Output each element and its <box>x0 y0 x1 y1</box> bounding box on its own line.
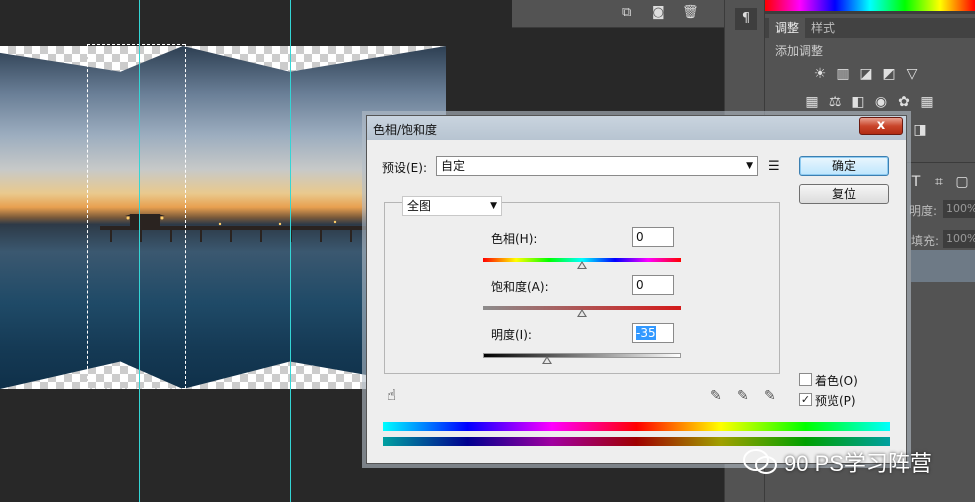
guide-line[interactable] <box>139 0 140 502</box>
preview-checkbox[interactable]: ✓ <box>799 393 812 406</box>
watermark-text: 90 PS学习阵营 <box>784 451 932 476</box>
color-lookup-icon[interactable]: ▦ <box>918 94 936 110</box>
colorize-checkbox[interactable] <box>799 373 812 386</box>
tab-styles[interactable]: 样式 <box>805 18 841 38</box>
new-group-icon[interactable]: ⧉ <box>622 5 631 20</box>
dialog-titlebar[interactable]: 色相/饱和度 x <box>367 116 906 140</box>
add-adjustment-label: 添加调整 <box>775 44 824 58</box>
brightness-icon[interactable]: ☀ <box>811 66 829 82</box>
tab-adjustments[interactable]: 调整 <box>769 18 806 38</box>
smart-object-icon[interactable]: ▢ <box>953 174 971 190</box>
marquee-top-edge <box>87 44 185 45</box>
adjustment-icons-row-2: ▦ ⚖ ◧ ◉ ✿ ▦ <box>803 94 936 110</box>
reset-button[interactable]: 复位 <box>799 184 889 204</box>
levels-icon[interactable]: ▥ <box>834 66 852 82</box>
watermark: 90 PS学习阵营 <box>742 446 932 478</box>
wechat-logo-icon <box>743 449 777 474</box>
hue-slider-thumb[interactable] <box>577 261 587 269</box>
colorize-label: 着色(O) <box>815 374 858 388</box>
marquee-left-edge <box>87 44 88 389</box>
dialog-title: 色相/饱和度 <box>373 123 438 137</box>
color-balance-icon[interactable]: ⚖ <box>826 94 844 110</box>
layer-tools-row: T ⌗ ▢ <box>907 174 971 190</box>
panel-tabs: 调整 样式 <box>765 18 975 38</box>
hue-label: 色相(H): <box>491 232 538 246</box>
selected-layer-row[interactable] <box>911 250 975 282</box>
color-spectrum-bar[interactable] <box>765 0 975 14</box>
saturation-label: 饱和度(A): <box>491 280 549 294</box>
eyedropper-plus-icon[interactable]: ✎ <box>737 388 749 404</box>
hue-saturation-icon[interactable]: ▦ <box>803 94 821 110</box>
eyedropper-minus-icon[interactable]: ✎ <box>764 388 776 404</box>
preview-label: 预览(P) <box>815 394 856 408</box>
marquee-right-edge <box>185 44 186 389</box>
curves-icon[interactable]: ◪ <box>857 66 875 82</box>
guide-line[interactable] <box>290 0 291 502</box>
text-filter-icon[interactable]: T <box>907 174 925 190</box>
ok-button[interactable]: 确定 <box>799 156 889 176</box>
opacity-field[interactable]: 100% <box>943 200 975 218</box>
black-white-icon[interactable]: ◧ <box>849 94 867 110</box>
opacity-label: 明度: <box>909 204 938 218</box>
exposure-icon[interactable]: ◩ <box>880 66 898 82</box>
lightness-value: -35 <box>636 326 656 340</box>
fill-field[interactable]: 100% <box>943 230 975 248</box>
adjustment-group <box>384 202 780 374</box>
adjustment-icons-row-3: ◨ <box>911 122 929 138</box>
preset-options-icon[interactable]: ☰ <box>768 159 780 174</box>
targeted-adjustment-hand-icon[interactable]: ☝ <box>387 386 396 404</box>
lightness-input[interactable]: -35 <box>632 323 674 343</box>
source-color-bar <box>383 422 890 431</box>
eyedropper-icon[interactable]: ✎ <box>710 388 722 404</box>
lightness-slider-track[interactable] <box>483 353 681 358</box>
saturation-input[interactable]: 0 <box>632 275 674 295</box>
channel-value: 全图 <box>407 199 432 213</box>
marquee-bottom-edge <box>87 388 185 389</box>
photo-filter-icon[interactable]: ◉ <box>872 94 890 110</box>
preset-dropdown[interactable]: 自定 ▼ <box>436 156 758 176</box>
layers-panel-footer: ⧉ ◙ 🗑 <box>512 0 724 28</box>
chevron-down-icon: ▼ <box>490 201 497 211</box>
transform-icon[interactable]: ⌗ <box>930 174 948 190</box>
hue-input[interactable]: 0 <box>632 227 674 247</box>
chevron-down-icon: ▼ <box>746 161 753 171</box>
paragraph-icon[interactable]: ¶ <box>735 8 757 30</box>
adjustment-icons-row-1: ☀ ▥ ◪ ◩ ▽ <box>811 66 921 82</box>
preset-value: 自定 <box>441 159 466 173</box>
channel-dropdown[interactable]: 全图 ▼ <box>402 196 502 216</box>
fill-label: 填充: <box>911 234 940 248</box>
lightness-label: 明度(I): <box>491 328 532 342</box>
invert-icon[interactable]: ◨ <box>911 122 929 138</box>
close-button[interactable]: x <box>859 117 903 135</box>
trash-icon[interactable]: 🗑 <box>682 5 699 20</box>
saturation-slider-thumb[interactable] <box>577 309 587 317</box>
lightness-slider-thumb[interactable] <box>542 356 553 364</box>
result-color-bar <box>383 437 890 446</box>
hue-saturation-dialog: 色相/饱和度 x 预设(E): 自定 ▼ ☰ 确定 复位 全图 ▼ 色相(H):… <box>366 115 907 464</box>
camera-icon[interactable]: ◙ <box>652 5 665 20</box>
vibrance-icon[interactable]: ▽ <box>903 66 921 82</box>
preset-label: 预设(E): <box>382 161 427 175</box>
channel-mixer-icon[interactable]: ✿ <box>895 94 913 110</box>
